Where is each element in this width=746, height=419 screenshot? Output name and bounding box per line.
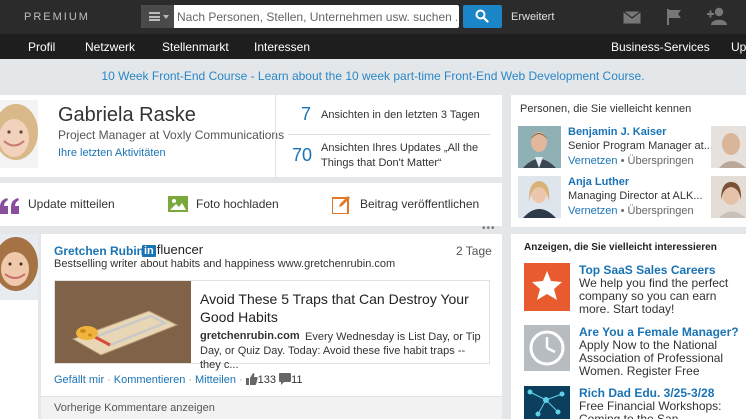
separator: · — [107, 374, 111, 386]
feed-author-avatar[interactable] — [0, 234, 38, 300]
quote-icon — [0, 198, 19, 214]
feed-actions: Gefällt mir · Kommentieren · Mitteilen · 133 1… — [54, 373, 303, 386]
person-actions-1: Vernetzen • Überspringen — [568, 155, 694, 167]
influencer-badge: in fluencer — [142, 242, 203, 257]
person-title-1: Senior Program Manager at... — [568, 140, 713, 152]
like-button[interactable]: Gefällt mir — [54, 374, 104, 386]
add-connections-icon[interactable] — [707, 7, 728, 25]
person-avatar-4[interactable] — [711, 176, 746, 218]
skip-button[interactable]: Überspringen — [628, 205, 694, 217]
upload-photo-button[interactable]: Foto hochladen — [196, 197, 279, 211]
menu-icon — [149, 12, 160, 21]
nav-profile[interactable]: Profil — [28, 40, 55, 54]
ad-text-2[interactable]: Apply Now to the National Association of… — [579, 339, 729, 378]
separator: • — [620, 205, 628, 217]
person-title-2: Managing Director at ALK... — [568, 190, 703, 202]
nav-jobs[interactable]: Stellenmarkt — [162, 40, 229, 54]
photo-icon — [168, 196, 188, 212]
separator: • — [620, 155, 628, 167]
nav-business-services[interactable]: Business-Services — [611, 40, 710, 54]
search-category-dropdown[interactable] — [141, 5, 174, 28]
person-avatar-3[interactable] — [711, 126, 746, 168]
ad-title-1[interactable]: Top SaaS Sales Careers — [579, 263, 716, 277]
comment-count[interactable]: 11 — [291, 374, 302, 386]
separator: · — [188, 374, 193, 386]
caret-down-icon — [163, 15, 169, 19]
stats-divider — [288, 134, 490, 135]
connect-button[interactable]: Vernetzen — [568, 205, 618, 217]
update-views-count[interactable]: 70 — [292, 145, 312, 166]
search-box — [141, 5, 459, 28]
publish-post-button[interactable]: Beitrag veröffentlichen — [360, 197, 479, 211]
advanced-search-link[interactable]: Erweitert — [511, 11, 554, 23]
person-avatar-1[interactable] — [518, 126, 561, 168]
ad-image-1[interactable] — [524, 263, 570, 311]
share-update-button[interactable]: Update mitteilen — [28, 197, 115, 211]
pymk-heading: Personen, die Sie vielleicht kennen — [520, 103, 692, 115]
influencer-label: fluencer — [156, 242, 204, 257]
notifications-flag-icon[interactable] — [667, 9, 682, 25]
article-title[interactable]: Avoid These 5 Traps that Can Destroy You… — [200, 290, 480, 326]
thumbs-up-icon[interactable] — [245, 373, 258, 385]
feed-author-name[interactable]: Gretchen Rubin — [54, 244, 144, 258]
search-input[interactable] — [177, 5, 457, 28]
profile-name[interactable]: Gabriela Raske — [58, 104, 196, 127]
profile-photo — [0, 100, 38, 168]
clock-icon[interactable] — [524, 325, 570, 371]
profile-title: Project Manager at Voxly Communications — [58, 128, 285, 142]
nav-upgrade[interactable]: Upg — [731, 40, 746, 54]
main-nav: Profil Netzwerk Stellenmarkt Interessen … — [0, 34, 746, 59]
person-name-2[interactable]: Anja Luther — [568, 176, 629, 188]
person-actions-2: Vernetzen • Überspringen — [568, 205, 694, 217]
premium-logo[interactable]: PREMIUM — [24, 11, 90, 23]
article-thumbnail[interactable] — [55, 281, 191, 363]
recent-activity-link[interactable]: Ihre letzten Aktivitäten — [58, 147, 166, 159]
profile-avatar[interactable] — [0, 100, 38, 168]
show-previous-comments[interactable]: Vorherige Kommentare anzeigen — [54, 402, 215, 414]
ad-text-3[interactable]: Free Financial Workshops: Coming to the … — [579, 400, 729, 419]
author-photo — [0, 234, 38, 300]
views-count[interactable]: 7 — [301, 104, 311, 125]
update-views-label[interactable]: Ansichten Ihres Updates „All the Things … — [321, 141, 491, 171]
connect-button[interactable]: Vernetzen — [568, 155, 618, 167]
messages-icon[interactable] — [623, 11, 641, 24]
separator: · — [238, 374, 243, 386]
promo-banner[interactable]: 10 Week Front-End Course - Learn about t… — [0, 59, 746, 93]
views-label[interactable]: Ansichten in den letzten 3 Tagen — [321, 108, 496, 123]
ad-title-2[interactable]: Are You a Female Manager? — [579, 325, 739, 339]
linkedin-icon: in — [142, 245, 156, 257]
network-icon[interactable] — [524, 386, 570, 419]
comment-icon[interactable] — [279, 373, 292, 385]
nav-network[interactable]: Netzwerk — [85, 40, 135, 54]
author-bio: Bestselling writer about habits and happ… — [54, 258, 396, 270]
ad-text-1[interactable]: We help you find the perfect company so … — [579, 277, 729, 316]
person-avatar-2[interactable] — [518, 176, 561, 218]
post-time: 2 Tage — [456, 244, 492, 258]
article-description: Every Wednesday is List Day, or Tip Day,… — [200, 331, 481, 371]
person-name-1[interactable]: Benjamin J. Kaiser — [568, 126, 666, 138]
ads-heading: Anzeigen, die Sie vielleicht interessier… — [524, 242, 717, 253]
search-icon — [475, 9, 489, 23]
more-options-icon[interactable]: ••• — [482, 223, 496, 234]
search-button[interactable] — [463, 5, 502, 28]
skip-button[interactable]: Überspringen — [628, 155, 694, 167]
profile-divider — [275, 95, 276, 177]
top-bar: PREMIUM Erweitert — [0, 0, 746, 34]
ad-title-3[interactable]: Rich Dad Edu. 3/25-3/28 — [579, 386, 714, 400]
publish-post-icon — [332, 196, 350, 214]
nav-interests[interactable]: Interessen — [254, 40, 310, 54]
comment-button[interactable]: Kommentieren — [114, 374, 186, 386]
like-count[interactable]: 133 — [258, 374, 276, 386]
share-button[interactable]: Mitteilen — [195, 374, 236, 386]
